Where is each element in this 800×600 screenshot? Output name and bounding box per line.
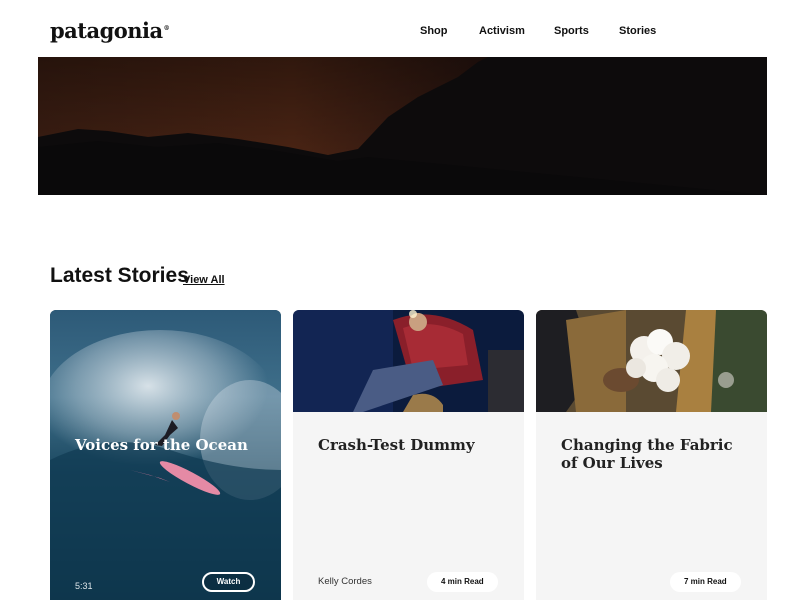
surf-wave-image xyxy=(50,310,281,600)
video-duration: 5:31 xyxy=(75,581,93,591)
story-title[interactable]: Voices for the Ocean xyxy=(75,436,265,454)
read-time-badge: 7 min Read xyxy=(670,572,741,592)
watch-button[interactable]: Watch xyxy=(202,572,255,592)
story-author: Kelly Cordes xyxy=(318,576,372,587)
story-title[interactable]: Changing the Fabric of Our Lives xyxy=(561,436,751,472)
nav-item-shop[interactable]: Shop xyxy=(420,25,448,37)
section-title: Latest Stories xyxy=(50,264,189,287)
cotton-bolls-image xyxy=(536,310,767,412)
nav-item-activism[interactable]: Activism xyxy=(479,25,525,37)
read-time-badge: 4 min Read xyxy=(427,572,498,592)
story-image xyxy=(536,310,767,412)
story-card[interactable]: Crash-Test Dummy Kelly Cordes 4 min Read xyxy=(293,310,524,600)
nav-item-sports[interactable]: Sports xyxy=(554,25,589,37)
site-header: patagonia® Shop Activism Sports Stories xyxy=(0,0,800,56)
story-title[interactable]: Crash-Test Dummy xyxy=(318,436,508,454)
view-all-link[interactable]: View All xyxy=(183,274,225,286)
story-card[interactable]: Changing the Fabric of Our Lives 7 min R… xyxy=(536,310,767,600)
climber-tent-image xyxy=(293,310,524,412)
story-card[interactable]: Voices for the Ocean 5:31 Watch xyxy=(50,310,281,600)
mountain-silhouette-image xyxy=(38,57,767,195)
logo-text: patagonia xyxy=(50,18,163,43)
story-image xyxy=(293,310,524,412)
patagonia-logo[interactable]: patagonia® xyxy=(50,18,170,43)
registered-mark: ® xyxy=(163,25,170,32)
hero-image xyxy=(38,57,767,195)
nav-item-stories[interactable]: Stories xyxy=(619,25,656,37)
